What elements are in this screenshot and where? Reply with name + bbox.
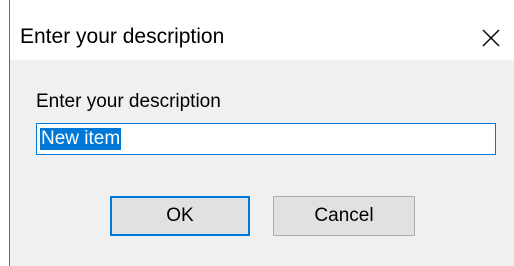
dialog-body: Enter your description New item OK Cance…	[10, 60, 514, 266]
dialog-title: Enter your description	[20, 25, 225, 48]
cancel-button[interactable]: Cancel	[273, 196, 415, 236]
close-icon	[482, 29, 500, 47]
ok-button[interactable]: OK	[110, 196, 250, 236]
input-dialog: Enter your description Enter your descri…	[0, 0, 514, 266]
description-input[interactable]: New item	[36, 123, 496, 155]
close-button[interactable]	[468, 16, 514, 60]
title-bar[interactable]: Enter your description	[10, 16, 514, 60]
background-edge	[0, 0, 9, 266]
prompt-label: Enter your description	[36, 91, 221, 112]
description-input-value[interactable]: New item	[40, 128, 122, 150]
background-strip	[0, 0, 514, 16]
